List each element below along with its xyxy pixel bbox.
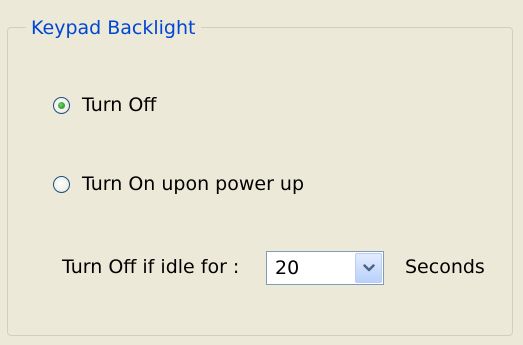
radio-turn-on-upon-power-up[interactable]: Turn On upon power up — [53, 173, 304, 195]
radio-turn-off-label[interactable]: Turn Off — [82, 94, 156, 116]
idle-seconds-dropdown[interactable]: 20 — [266, 251, 384, 285]
radio-turn-on-label[interactable]: Turn On upon power up — [82, 173, 304, 195]
idle-seconds-value[interactable]: 20 — [275, 257, 299, 279]
chevron-down-icon — [362, 264, 375, 272]
radio-turn-off[interactable]: Turn Off — [53, 94, 156, 116]
idle-timeout-label: Turn Off if idle for : — [62, 256, 240, 278]
seconds-unit-label: Seconds — [405, 256, 485, 278]
groupbox-title: Keypad Backlight — [26, 17, 201, 39]
radio-selected-dot-icon — [58, 101, 65, 109]
dropdown-button[interactable] — [355, 253, 382, 283]
radio-button-icon[interactable] — [53, 96, 70, 114]
radio-button-icon[interactable] — [53, 175, 70, 193]
